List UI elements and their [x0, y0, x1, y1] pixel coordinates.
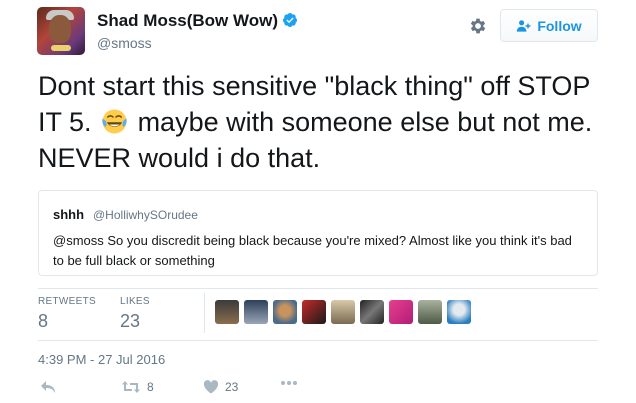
- verified-badge-icon: [283, 13, 298, 27]
- quoted-tweet-text: @smoss So you discredit being black beca…: [53, 233, 572, 268]
- user-avatar[interactable]: [37, 7, 85, 55]
- more-dots-icon: [281, 381, 297, 385]
- liker-avatar[interactable]: [447, 300, 471, 324]
- retweet-button[interactable]: 8: [121, 380, 154, 394]
- liker-avatars: [215, 300, 471, 326]
- heart-icon: [203, 380, 219, 394]
- tweet-line-3: NEVER would i do that.: [38, 143, 321, 173]
- avatar-face-shape: [49, 15, 71, 43]
- like-button[interactable]: 23: [203, 380, 238, 394]
- user-handle[interactable]: @smoss: [97, 35, 152, 51]
- face-with-tears-of-joy-icon: [102, 109, 127, 134]
- follow-button[interactable]: Follow: [500, 9, 598, 42]
- liker-avatar[interactable]: [389, 300, 413, 324]
- liker-avatar[interactable]: [360, 300, 384, 324]
- quoted-tweet-handle: @HolliwhySOrudee: [93, 208, 198, 222]
- user-name-text: Shad Moss(Bow Wow): [97, 11, 279, 30]
- tweet-text: Dont start this sensitive "black thing" …: [38, 68, 608, 176]
- tweet-line-2-end: maybe with someone else but not me.: [137, 107, 593, 137]
- quoted-tweet[interactable]: shhh @HolliwhySOrudee @smoss So you disc…: [38, 190, 598, 276]
- avatar-chain-shape: [51, 45, 71, 51]
- liker-avatar[interactable]: [215, 300, 239, 324]
- divider-top: [38, 288, 598, 289]
- quoted-tweet-name: shhh: [53, 207, 85, 222]
- likes-label[interactable]: LIKES: [120, 296, 150, 307]
- liker-avatar[interactable]: [273, 300, 297, 324]
- tweet-card: Shad Moss(Bow Wow) @smoss Follow Dont st…: [0, 0, 636, 403]
- retweets-label[interactable]: RETWEETS: [38, 296, 96, 307]
- tweet-line-1: Dont start this sensitive "black thing" …: [38, 71, 591, 101]
- retweets-count[interactable]: 8: [38, 311, 48, 332]
- liker-avatar[interactable]: [331, 300, 355, 324]
- liker-avatar[interactable]: [244, 300, 268, 324]
- reply-icon: [41, 381, 55, 393]
- tweet-line-2-start: IT 5.: [38, 107, 92, 137]
- reply-button[interactable]: [40, 380, 56, 394]
- tweet-line-2: IT 5. maybe with someone else but not me…: [38, 104, 608, 140]
- tweet-timestamp[interactable]: 4:39 PM - 27 Jul 2016: [38, 352, 165, 367]
- stats-separator: [204, 293, 205, 333]
- add-person-icon: [517, 19, 531, 32]
- retweet-icon: [122, 381, 140, 393]
- divider-bottom: [38, 340, 598, 341]
- follow-button-label: Follow: [537, 17, 582, 34]
- retweet-action-count: 8: [147, 380, 154, 394]
- liker-avatar[interactable]: [302, 300, 326, 324]
- like-action-count: 23: [225, 380, 239, 394]
- likes-count[interactable]: 23: [120, 311, 140, 332]
- user-name[interactable]: Shad Moss(Bow Wow): [97, 11, 298, 31]
- liker-avatar[interactable]: [418, 300, 442, 324]
- more-button[interactable]: [280, 380, 298, 386]
- gear-icon[interactable]: [468, 16, 488, 36]
